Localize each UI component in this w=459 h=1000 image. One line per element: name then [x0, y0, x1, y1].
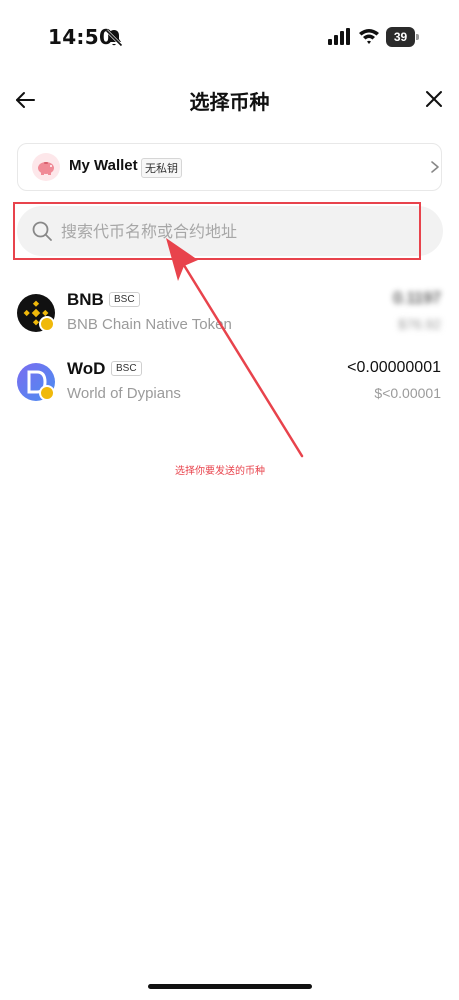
bsc-chain-badge-icon — [39, 316, 55, 332]
token-row-wod[interactable]: WoD BSC World of Dypians <0.00000001 $<0… — [0, 353, 459, 415]
token-row-bnb[interactable]: BNB BSC BNB Chain Native Token 0.1197 $7… — [0, 284, 459, 346]
token-chain-badge: BSC — [111, 361, 142, 376]
wallet-type-badge: 无私钥 — [141, 158, 182, 178]
token-symbol: WoD — [67, 359, 106, 378]
home-indicator[interactable] — [148, 984, 312, 989]
token-balance: 0.1197 — [393, 290, 441, 307]
battery-icon: 39 — [386, 27, 420, 47]
annotation-highlight-box — [13, 202, 421, 260]
wifi-icon — [359, 29, 379, 44]
status-bar: 14:50 39 — [0, 0, 459, 70]
token-chain-badge: BSC — [109, 292, 140, 307]
signal-icon — [328, 28, 350, 45]
bsc-chain-badge-icon — [39, 385, 55, 401]
token-name: World of Dypians — [67, 385, 181, 402]
piggy-bank-icon — [38, 162, 54, 175]
token-name: BNB Chain Native Token — [67, 316, 232, 333]
annotation-text: 选择你要发送的币种 — [175, 466, 265, 477]
battery-cap — [416, 34, 419, 40]
wallet-name: My Wallet — [69, 157, 138, 174]
battery-level: 39 — [386, 27, 415, 47]
token-fiat-value: $76.92 — [398, 316, 441, 332]
page-title: 选择币种 — [189, 90, 270, 114]
chevron-right-icon — [431, 161, 439, 173]
token-balance: <0.00000001 — [347, 359, 441, 376]
wallet-avatar — [32, 153, 60, 181]
token-fiat-value: $<0.00001 — [374, 385, 441, 401]
close-icon[interactable] — [423, 88, 445, 110]
nav-header: 选择币种 — [0, 78, 459, 124]
token-symbol: BNB — [67, 290, 104, 309]
bell-muted-icon — [105, 29, 123, 47]
wallet-selector[interactable]: My Wallet 无私钥 — [17, 143, 442, 191]
